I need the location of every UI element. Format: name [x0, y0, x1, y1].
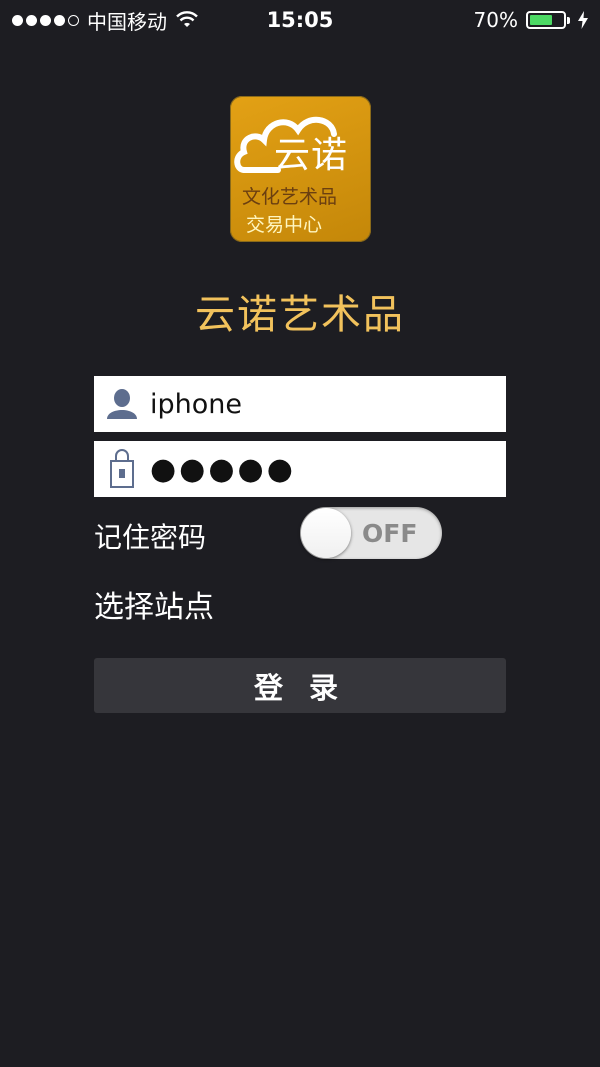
username-input[interactable] [150, 388, 490, 420]
select-site-link[interactable]: 选择站点 [94, 582, 214, 626]
logo-subtitle-line2: 交易中心 [246, 214, 323, 236]
carrier-name: 中国移动 [87, 9, 167, 34]
lock-icon [94, 441, 150, 497]
charging-bolt-icon [578, 11, 588, 29]
password-input[interactable] [150, 451, 490, 487]
logo-subtitle-line1: 文化艺术品 [242, 186, 338, 208]
app-title: 云诺艺术品 [195, 292, 405, 338]
status-bar: 中国移动 15:05 70% [0, 0, 600, 40]
signal-strength-icon [12, 14, 79, 26]
logo-main-text: 云诺 [274, 135, 349, 176]
toggle-state-text: OFF [362, 519, 418, 548]
password-field[interactable] [94, 441, 506, 497]
status-time: 15:05 [266, 8, 334, 32]
user-icon [94, 376, 150, 432]
battery-percent: 70% [473, 8, 518, 32]
status-bar-left: 中国移动 [12, 6, 212, 35]
remember-password-label: 记住密码 [94, 521, 207, 554]
remember-password-toggle[interactable]: OFF [300, 507, 442, 559]
username-field[interactable] [94, 376, 506, 432]
wifi-icon [176, 11, 198, 27]
battery-icon [526, 11, 570, 29]
status-bar-right: 70% [388, 8, 588, 32]
app-logo: 云诺 文化艺术品 交易中心 [230, 96, 371, 242]
toggle-knob [301, 508, 351, 558]
login-button[interactable]: 登 录 [94, 658, 506, 713]
